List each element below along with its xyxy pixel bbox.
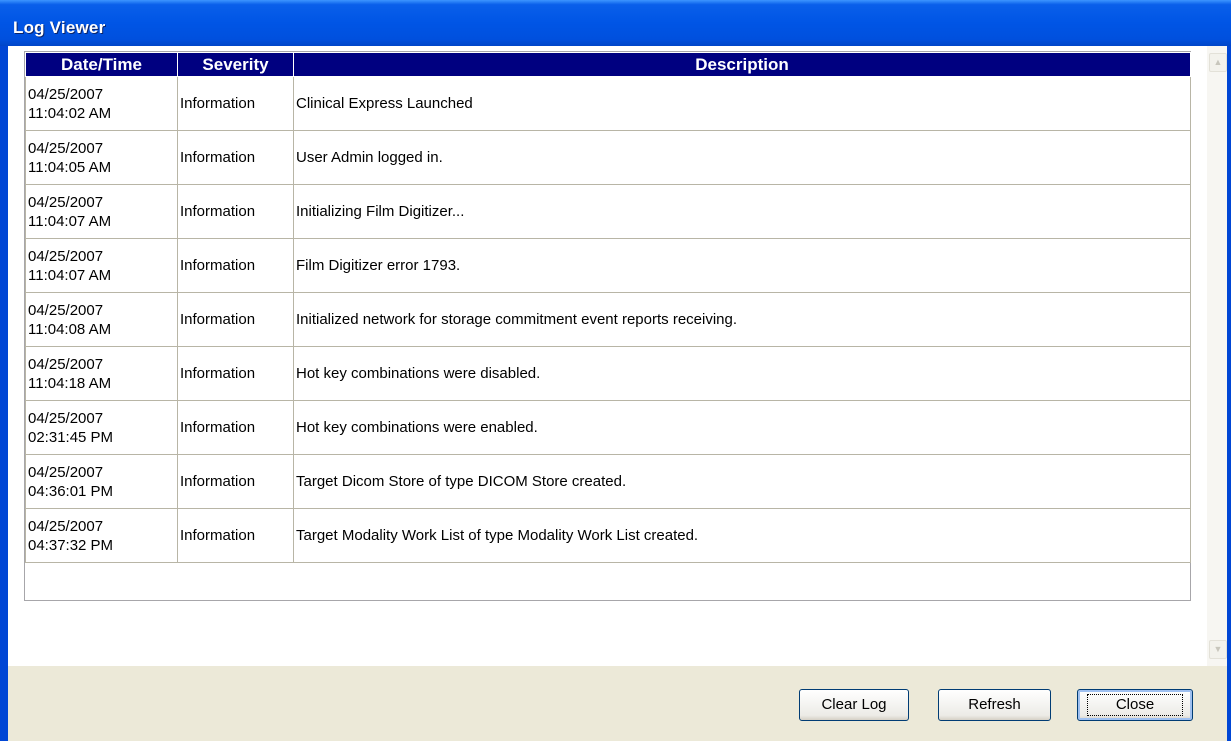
log-header-row: Date/Time Severity Description: [25, 52, 1191, 77]
time-text: 04:36:01 PM: [28, 482, 114, 500]
table-row[interactable]: 04/25/2007 02:31:45 PM Information Hot key …: [25, 400, 1191, 455]
severity-cell: Information: [177, 76, 294, 131]
description-cell: Film Digitizer error 1793.: [293, 238, 1191, 293]
log-rows: 04/25/2007 11:04:02 AM Information Clinical…: [25, 76, 1191, 563]
close-button[interactable]: Close: [1077, 689, 1193, 721]
time-text: 02:31:45 PM: [28, 428, 114, 446]
datetime-cell: 04/25/2007 04:36:01 PM: [25, 454, 178, 509]
refresh-button[interactable]: Refresh: [938, 689, 1051, 721]
time-text: 11:04:02 AM: [28, 104, 112, 122]
description-cell: Target Modality Work List of type Modali…: [293, 508, 1191, 563]
datetime-cell: 04/25/2007 04:37:32 PM: [25, 508, 178, 563]
vertical-scrollbar[interactable]: ▲ ▼: [1207, 46, 1227, 666]
log-panel: Date/Time Severity Description 04/25/200…: [8, 46, 1227, 666]
severity-cell: Information: [177, 292, 294, 347]
table-row[interactable]: 04/25/2007 11:04:18 AM Information Hot key …: [25, 346, 1191, 401]
time-text: 11:04:08 AM: [28, 320, 112, 338]
severity-cell: Information: [177, 238, 294, 293]
date-text: 04/25/2007: [28, 85, 104, 103]
table-row[interactable]: 04/25/2007 04:36:01 PM Information Target D…: [25, 454, 1191, 509]
date-text: 04/25/2007: [28, 193, 104, 211]
time-text: 04:37:32 PM: [28, 536, 114, 554]
description-cell: Hot key combinations were disabled.: [293, 346, 1191, 401]
column-header-severity[interactable]: Severity: [177, 52, 294, 77]
table-row[interactable]: 04/25/2007 11:04:07 AM Information Film Dig…: [25, 238, 1191, 293]
date-text: 04/25/2007: [28, 355, 104, 373]
description-cell: Initializing Film Digitizer...: [293, 184, 1191, 239]
window-title: Log Viewer: [13, 18, 106, 37]
datetime-cell: 04/25/2007 11:04:07 AM: [25, 184, 178, 239]
severity-cell: Information: [177, 346, 294, 401]
log-viewer-window: Log Viewer Date/Time Severity Descriptio…: [0, 0, 1231, 741]
date-text: 04/25/2007: [28, 139, 104, 157]
table-row[interactable]: 04/25/2007 11:04:05 AM Information User Adm…: [25, 130, 1191, 185]
table-row[interactable]: 04/25/2007 11:04:02 AM Information Clinical…: [25, 76, 1191, 131]
datetime-cell: 04/25/2007 11:04:08 AM: [25, 292, 178, 347]
button-bar: Clear Log Refresh Close: [8, 666, 1227, 741]
description-cell: User Admin logged in.: [293, 130, 1191, 185]
window-frame-right: [1227, 46, 1231, 741]
date-text: 04/25/2007: [28, 301, 104, 319]
description-cell: Hot key combinations were enabled.: [293, 400, 1191, 455]
datetime-cell: 04/25/2007 11:04:05 AM: [25, 130, 178, 185]
description-cell: Target Dicom Store of type DICOM Store c…: [293, 454, 1191, 509]
datetime-cell: 04/25/2007 11:04:18 AM: [25, 346, 178, 401]
time-text: 11:04:05 AM: [28, 158, 112, 176]
table-row[interactable]: 04/25/2007 04:37:32 PM Information Target M…: [25, 508, 1191, 563]
time-text: 11:04:18 AM: [28, 374, 112, 392]
window-frame-left: [0, 46, 8, 741]
column-header-description[interactable]: Description: [293, 52, 1191, 77]
date-text: 04/25/2007: [28, 517, 104, 535]
date-text: 04/25/2007: [28, 409, 104, 427]
datetime-cell: 04/25/2007 11:04:02 AM: [25, 76, 178, 131]
datetime-cell: 04/25/2007 02:31:45 PM: [25, 400, 178, 455]
log-grid: Date/Time Severity Description 04/25/200…: [24, 51, 1191, 601]
severity-cell: Information: [177, 454, 294, 509]
severity-cell: Information: [177, 400, 294, 455]
severity-cell: Information: [177, 130, 294, 185]
description-cell: Initialized network for storage commitme…: [293, 292, 1191, 347]
datetime-cell: 04/25/2007 11:04:07 AM: [25, 238, 178, 293]
table-row[interactable]: 04/25/2007 11:04:07 AM Information Initiali…: [25, 184, 1191, 239]
date-text: 04/25/2007: [28, 463, 104, 481]
column-header-datetime[interactable]: Date/Time: [25, 52, 178, 77]
close-button-label: Close: [1086, 694, 1184, 716]
time-text: 11:04:07 AM: [28, 212, 112, 230]
chevron-down-icon[interactable]: ▼: [1209, 640, 1227, 659]
severity-cell: Information: [177, 508, 294, 563]
date-text: 04/25/2007: [28, 247, 104, 265]
chevron-up-icon[interactable]: ▲: [1209, 53, 1227, 72]
description-cell: Clinical Express Launched: [293, 76, 1191, 131]
log-table: Date/Time Severity Description 04/25/200…: [25, 52, 1191, 563]
severity-cell: Information: [177, 184, 294, 239]
title-bar[interactable]: Log Viewer: [0, 0, 1231, 46]
table-row[interactable]: 04/25/2007 11:04:08 AM Information Initiali…: [25, 292, 1191, 347]
time-text: 11:04:07 AM: [28, 266, 112, 284]
clear-log-button[interactable]: Clear Log: [799, 689, 909, 721]
